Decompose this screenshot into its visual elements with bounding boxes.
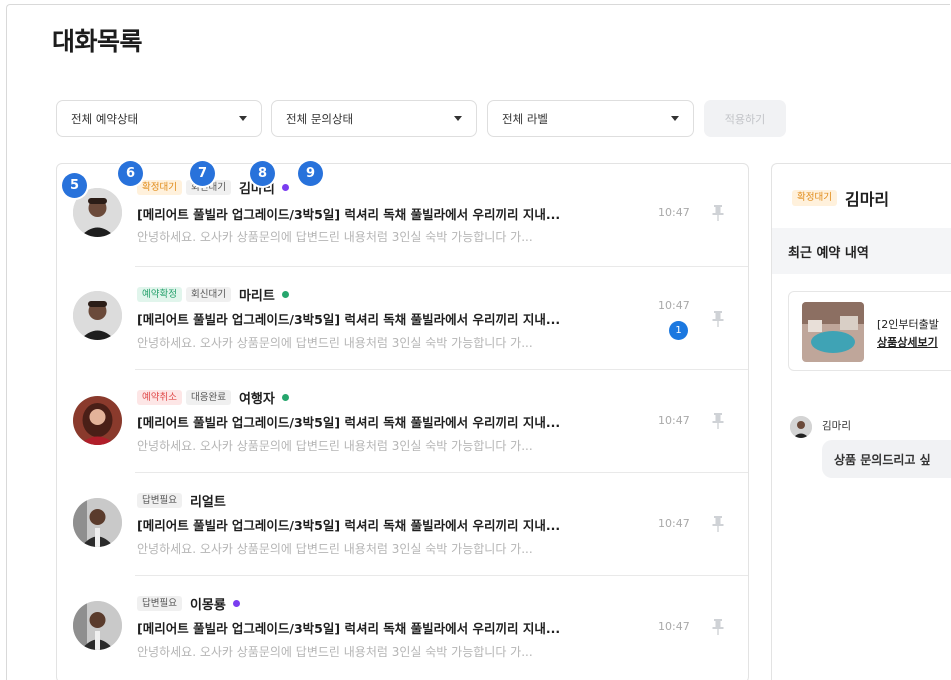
status-badge: 답변필요 (137, 595, 182, 612)
conversation-row[interactable]: 답변필요 이몽룡 [메리어트 풀빌라 업그레이드/3박5일] 럭셔리 독채 풀빌… (57, 576, 748, 679)
product-detail-link[interactable]: 상품상세보기 (877, 334, 938, 350)
recent-reservations-header: 최근 예약 내역 (772, 228, 951, 274)
pin-icon[interactable] (711, 310, 725, 328)
product-thumbnail (802, 302, 864, 362)
conversation-preview: 안녕하세요. 오사카 상품문의에 답변드린 내용처럼 3인실 숙박 가능합니다 … (137, 645, 533, 659)
unread-count-badge: 1 (669, 321, 688, 340)
annotation-marker: 9 (298, 161, 323, 186)
status-badge: 예약취소 (137, 389, 182, 406)
annotation-marker: 6 (118, 161, 143, 186)
annotation-marker: 5 (62, 173, 87, 198)
conversation-detail-panel: 확정대기 김마리 최근 예약 내역 [2인부터출발 상품상세보기 김마리 상품 … (771, 163, 951, 680)
conversation-list: 확정대기 회신대기 김마리 [메리어트 풀빌라 업그레이드/3박5일] 럭셔리 … (56, 163, 749, 680)
conversation-header: 예약확정 회신대기 마리트 (137, 285, 289, 304)
status-badge: 회신대기 (185, 286, 231, 303)
user-name: 마리트 (238, 289, 275, 304)
avatar (73, 291, 122, 340)
conversation-subject: [메리어트 풀빌라 업그레이드/3박5일] 럭셔리 독채 풀빌라에서 우리끼리 … (137, 518, 561, 533)
conversation-subject: [메리어트 풀빌라 업그레이드/3박5일] 럭셔리 독채 풀빌라에서 우리끼리 … (137, 621, 561, 636)
conversation-header: 예약취소 대응완료 여행자 (137, 388, 289, 407)
reservation-status-select[interactable]: 전체 예약상태 (56, 100, 262, 137)
label-select-label: 전체 라벨 (502, 111, 548, 126)
status-badge: 대응완료 (185, 389, 231, 406)
label-select[interactable]: 전체 라벨 (487, 100, 694, 137)
pin-icon[interactable] (711, 412, 725, 430)
reservation-status-label: 전체 예약상태 (71, 111, 139, 126)
status-dot (281, 291, 289, 298)
conversation-time: 10:47 (658, 517, 690, 530)
product-card[interactable]: [2인부터출발 상품상세보기 (788, 291, 951, 371)
conversation-subject: [메리어트 풀빌라 업그레이드/3박5일] 럭셔리 독채 풀빌라에서 우리끼리 … (137, 207, 561, 222)
caret-down-icon (239, 116, 247, 121)
conversation-preview: 안녕하세요. 오사카 상품문의에 답변드린 내용처럼 3인실 숙박 가능합니다 … (137, 336, 533, 350)
detail-user-name: 김마리 (844, 190, 890, 209)
conversation-subject: [메리어트 풀빌라 업그레이드/3박5일] 럭셔리 독채 풀빌라에서 우리끼리 … (137, 312, 561, 327)
conversation-preview: 안녕하세요. 오사카 상품문의에 답변드린 내용처럼 3인실 숙박 가능합니다 … (137, 230, 533, 244)
status-badge: 확정대기 (792, 190, 837, 206)
chat-sender-name: 김마리 (822, 420, 851, 432)
conversation-header: 답변필요 이몽룡 (137, 594, 240, 613)
conversation-preview: 안녕하세요. 오사카 상품문의에 답변드린 내용처럼 3인실 숙박 가능합니다 … (137, 439, 533, 453)
caret-down-icon (454, 116, 462, 121)
user-name: 리얼트 (189, 495, 226, 510)
conversation-row[interactable]: 예약취소 대응완료 여행자 [메리어트 풀빌라 업그레이드/3박5일] 럭셔리 … (57, 370, 748, 473)
page-title: 대화목록 (52, 27, 143, 56)
status-dot (232, 600, 240, 607)
apply-button[interactable]: 적용하기 (704, 100, 786, 137)
conversation-header: 답변필요 리얼트 (137, 491, 226, 510)
conversation-row[interactable]: 예약확정 회신대기 마리트 [메리어트 풀빌라 업그레이드/3박5일] 럭셔리 … (57, 267, 748, 370)
pin-icon[interactable] (711, 618, 725, 636)
status-dot (281, 184, 289, 191)
annotation-marker: 8 (250, 161, 275, 186)
avatar (73, 498, 122, 547)
status-badge: 답변필요 (137, 492, 182, 509)
status-badge: 예약확정 (137, 286, 182, 303)
conversation-time: 10:47 (658, 620, 690, 633)
conversation-subject: [메리어트 풀빌라 업그레이드/3박5일] 럭셔리 독채 풀빌라에서 우리끼리 … (137, 415, 561, 430)
avatar (73, 601, 122, 650)
status-badge: 확정대기 (137, 179, 182, 196)
avatar (73, 396, 122, 445)
status-dot (281, 394, 289, 401)
inquiry-status-select[interactable]: 전체 문의상태 (271, 100, 477, 137)
conversation-row[interactable]: 확정대기 회신대기 김마리 [메리어트 풀빌라 업그레이드/3박5일] 럭셔리 … (57, 164, 748, 267)
product-title: [2인부터출발 (877, 318, 939, 331)
conversation-row[interactable]: 답변필요 리얼트 [메리어트 풀빌라 업그레이드/3박5일] 럭셔리 독채 풀빌… (57, 473, 748, 576)
conversation-time: 10:47 (658, 414, 690, 427)
caret-down-icon (671, 116, 679, 121)
detail-header: 확정대기 김마리 (792, 186, 889, 210)
pin-icon[interactable] (711, 515, 725, 533)
chat-message: 상품 문의드리고 싶 (822, 440, 951, 478)
inquiry-status-label: 전체 문의상태 (286, 111, 354, 126)
user-name: 여행자 (238, 392, 275, 407)
conversation-time: 10:47 (658, 206, 690, 219)
conversation-preview: 안녕하세요. 오사카 상품문의에 답변드린 내용처럼 3인실 숙박 가능합니다 … (137, 542, 533, 556)
conversation-time: 10:47 (658, 299, 690, 312)
user-name: 이몽룡 (189, 598, 226, 613)
pin-icon[interactable] (711, 204, 725, 222)
annotation-marker: 7 (190, 161, 215, 186)
avatar (790, 416, 812, 438)
